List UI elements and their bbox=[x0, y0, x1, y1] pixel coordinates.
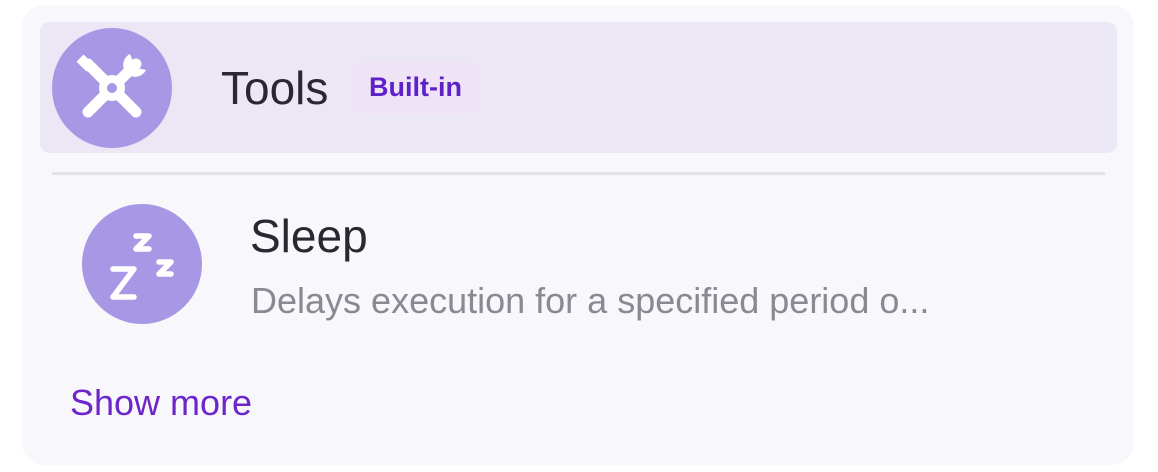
built-in-badge: Built-in bbox=[353, 61, 478, 114]
tools-title: Tools bbox=[221, 62, 329, 114]
sleep-icon bbox=[82, 204, 202, 324]
tool-description: Delays execution for a specified period … bbox=[251, 280, 930, 321]
tool-name: Sleep bbox=[250, 210, 368, 262]
show-more-link[interactable]: Show more bbox=[70, 380, 252, 426]
divider bbox=[52, 172, 1105, 175]
tools-icon bbox=[52, 28, 172, 148]
tools-category-header[interactable] bbox=[40, 22, 1117, 153]
